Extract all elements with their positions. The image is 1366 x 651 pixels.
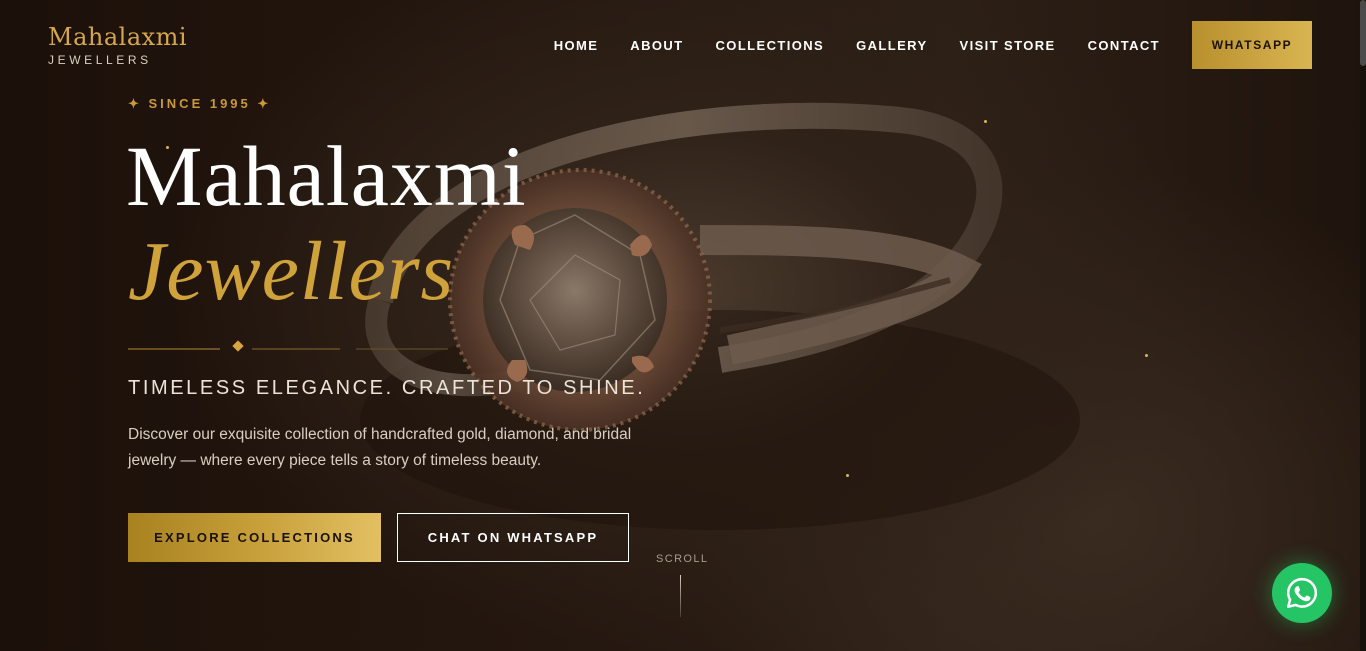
whatsapp-floating-button[interactable] bbox=[1272, 563, 1332, 623]
scroll-indicator-label: SCROLL bbox=[656, 553, 709, 565]
logo[interactable]: Mahalaxmi JEWELLERS bbox=[48, 22, 187, 67]
explore-collections-button[interactable]: EXPLORE COLLECTIONS bbox=[128, 513, 381, 562]
main-nav: HOME ABOUT COLLECTIONS GALLERY VISIT STO… bbox=[554, 21, 1312, 69]
hero-title-line1: Mahalaxmi bbox=[126, 128, 527, 224]
nav-item-gallery[interactable]: GALLERY bbox=[856, 38, 927, 53]
ornamental-divider bbox=[128, 340, 448, 352]
sparkle-decoration bbox=[1145, 354, 1148, 357]
scrollbar-thumb[interactable] bbox=[1360, 0, 1366, 66]
nav-item-contact[interactable]: CONTACT bbox=[1088, 38, 1160, 53]
whatsapp-icon bbox=[1286, 577, 1318, 609]
chat-on-whatsapp-button[interactable]: CHAT ON WHATSAPP bbox=[397, 513, 629, 562]
page-scrollbar[interactable] bbox=[1360, 0, 1366, 651]
nav-item-home[interactable]: HOME bbox=[554, 38, 599, 53]
nav-item-about[interactable]: ABOUT bbox=[630, 38, 683, 53]
hero-tagline: TIMELESS ELEGANCE. CRAFTED TO SHINE. bbox=[128, 377, 646, 399]
hero-section: Mahalaxmi JEWELLERS HOME ABOUT COLLECTIO… bbox=[0, 0, 1366, 651]
nav-item-visit-store[interactable]: VISIT STORE bbox=[960, 38, 1056, 53]
scroll-indicator-line bbox=[680, 575, 681, 617]
whatsapp-nav-button[interactable]: WHATSAPP bbox=[1192, 21, 1312, 69]
logo-name: Mahalaxmi bbox=[48, 23, 188, 51]
hero-description: Discover our exquisite collection of han… bbox=[128, 426, 632, 469]
logo-subtitle: JEWELLERS bbox=[48, 53, 152, 67]
nav-item-collections[interactable]: COLLECTIONS bbox=[716, 38, 825, 53]
diamond-icon bbox=[232, 340, 244, 352]
since-label: ✦ SINCE 1995 ✦ bbox=[128, 96, 272, 111]
hero-title-line2: Jewellers bbox=[128, 225, 455, 318]
sparkle-decoration bbox=[984, 120, 987, 123]
sparkle-decoration bbox=[846, 474, 849, 477]
